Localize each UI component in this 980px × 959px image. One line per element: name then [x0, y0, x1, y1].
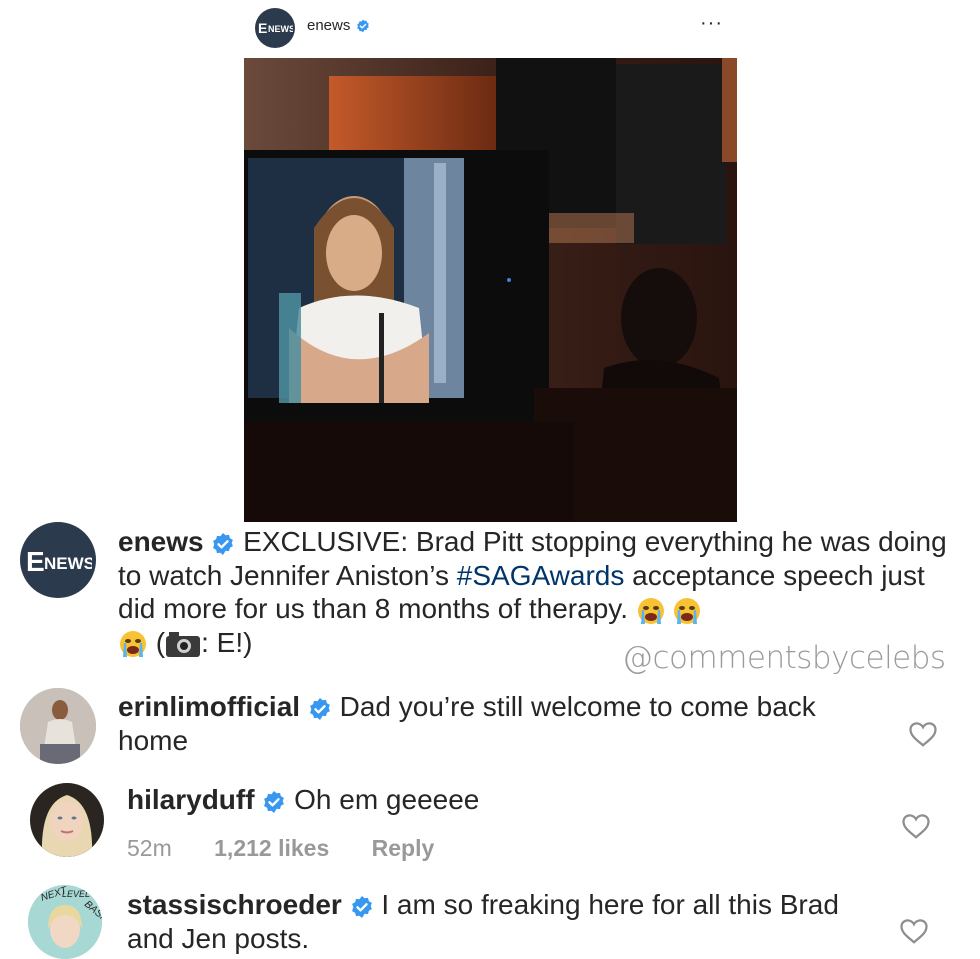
- svg-text:E: E: [258, 20, 267, 36]
- comment-username[interactable]: erinlimofficial: [118, 691, 300, 722]
- verified-badge-icon: [357, 19, 370, 32]
- credit-close: : E!): [201, 626, 253, 658]
- svg-text:NEWS: NEWS: [44, 554, 92, 573]
- photo-scene: [244, 58, 737, 522]
- post-header-user: enews: [307, 17, 370, 34]
- svg-text:NEWS: NEWS: [268, 24, 293, 34]
- verified-badge-icon: [351, 895, 372, 918]
- verified-badge-icon: [264, 790, 285, 813]
- comment-username[interactable]: hilaryduff: [127, 784, 255, 815]
- svg-text:LEVEL: LEVEL: [62, 889, 90, 899]
- enews-logo-icon: E NEWS: [26, 546, 92, 577]
- enews-avatar[interactable]: E NEWS: [255, 8, 295, 48]
- avatar-photo: [20, 688, 96, 764]
- reply-button[interactable]: Reply: [372, 835, 435, 861]
- hashtag-link[interactable]: #SAGAwards: [457, 560, 625, 591]
- comment-avatar[interactable]: [30, 783, 104, 857]
- comment-time: 52m: [127, 835, 172, 861]
- crying-face-icon: [637, 597, 664, 624]
- comment-username[interactable]: stassischroeder: [127, 889, 342, 920]
- comment-1: erinlimofficial Dad you’re still welcome…: [118, 690, 878, 757]
- comment-text: Oh em geeeee: [286, 784, 480, 815]
- credit-open: (: [148, 626, 166, 658]
- svg-text:E: E: [26, 546, 45, 577]
- caption-avatar[interactable]: E NEWS: [20, 522, 96, 598]
- post-username[interactable]: enews: [307, 17, 350, 34]
- verified-badge-icon: [213, 532, 234, 555]
- crying-face-icon: [673, 597, 700, 624]
- enews-logo-icon: E NEWS: [258, 20, 293, 36]
- comment-3: stassischroeder I am so freaking here fo…: [127, 888, 887, 955]
- comment-avatar[interactable]: [20, 688, 96, 764]
- avatar-photo: [30, 783, 104, 857]
- camera-icon: [166, 632, 201, 658]
- comment-2: hilaryduff Oh em geeeee: [127, 783, 867, 817]
- next-level-basic-logo-icon: NEXT LEVEL BASIC: [28, 885, 102, 959]
- comment-meta: 52m 1,212 likes Reply: [127, 835, 434, 862]
- comment-likes[interactable]: 1,212 likes: [214, 835, 329, 861]
- caption-username[interactable]: enews: [118, 526, 204, 557]
- post-photo[interactable]: [244, 58, 737, 522]
- crying-face-icon: [120, 631, 146, 658]
- watermark: @commentsbycelebs: [622, 640, 946, 676]
- like-heart-icon[interactable]: [899, 917, 929, 945]
- more-options-icon[interactable]: ···: [700, 12, 723, 35]
- like-heart-icon[interactable]: [901, 812, 931, 840]
- like-heart-icon[interactable]: [908, 720, 938, 748]
- comment-avatar[interactable]: NEXT LEVEL BASIC: [28, 885, 102, 959]
- verified-badge-icon: [309, 697, 330, 720]
